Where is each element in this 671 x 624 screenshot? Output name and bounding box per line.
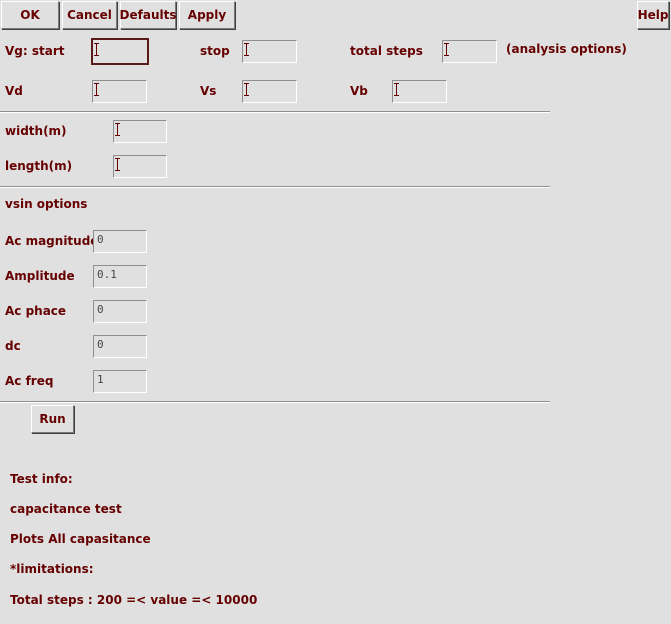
separator: [0, 186, 550, 188]
help-button[interactable]: Help: [637, 1, 669, 29]
defaults-button[interactable]: Defaults: [120, 1, 176, 29]
ac-magnitude-value: 0: [97, 233, 104, 246]
ac-phace-value: 0: [97, 303, 104, 316]
vb-label: Vb: [350, 84, 368, 98]
amplitude-field[interactable]: 0.1: [93, 265, 147, 288]
dc-value: 0: [97, 338, 104, 351]
vs-field[interactable]: [242, 80, 297, 103]
ac-freq-field[interactable]: 1: [93, 370, 147, 393]
run-button[interactable]: Run: [31, 405, 74, 433]
ac-magnitude-field[interactable]: 0: [93, 230, 147, 253]
test-info-heading: Test info:: [10, 472, 73, 486]
text-caret-icon: [115, 158, 120, 171]
text-caret-icon: [94, 83, 99, 96]
ac-phace-label: Ac phace: [5, 304, 67, 318]
analysis-options-label: (analysis options): [506, 42, 627, 56]
total-steps-label: total steps: [350, 44, 423, 58]
dc-label: dc: [5, 339, 21, 353]
cancel-button[interactable]: Cancel: [62, 1, 117, 29]
text-caret-icon: [444, 43, 449, 56]
ok-button[interactable]: OK: [1, 1, 59, 29]
test-info-line: capacitance test: [10, 502, 122, 516]
apply-button[interactable]: Apply: [179, 1, 235, 29]
vg-start-label: Vg: start: [5, 44, 65, 58]
text-caret-icon: [394, 83, 399, 96]
vb-field[interactable]: [392, 80, 447, 103]
test-info-line: Plots All capasitance: [10, 532, 151, 546]
length-label: length(m): [5, 159, 73, 173]
amplitude-value: 0.1: [97, 268, 117, 281]
separator: [0, 111, 550, 113]
length-field[interactable]: [113, 155, 167, 178]
stop-label: stop: [200, 44, 230, 58]
text-caret-icon: [94, 43, 99, 56]
amplitude-label: Amplitude: [5, 269, 75, 283]
text-caret-icon: [244, 43, 249, 56]
test-info-line: Total steps : 200 =< value =< 10000: [10, 593, 258, 607]
separator: [0, 401, 550, 403]
stop-field[interactable]: [242, 40, 297, 63]
vsin-options-title: vsin options: [5, 197, 88, 211]
ac-phace-field[interactable]: 0: [93, 300, 147, 323]
vd-label: Vd: [5, 84, 23, 98]
vs-label: Vs: [200, 84, 217, 98]
test-info-line: *limitations:: [10, 562, 94, 576]
text-caret-icon: [115, 123, 120, 136]
total-steps-field[interactable]: [442, 40, 497, 63]
ac-freq-value: 1: [97, 373, 104, 386]
text-caret-icon: [244, 83, 249, 96]
ac-freq-label: Ac freq: [5, 374, 54, 388]
ac-magnitude-label: Ac magnitude: [5, 234, 99, 248]
vg-start-field[interactable]: [91, 38, 149, 65]
width-field[interactable]: [113, 120, 167, 143]
dc-field[interactable]: 0: [93, 335, 147, 358]
vd-field[interactable]: [92, 80, 147, 103]
width-label: width(m): [5, 124, 67, 138]
